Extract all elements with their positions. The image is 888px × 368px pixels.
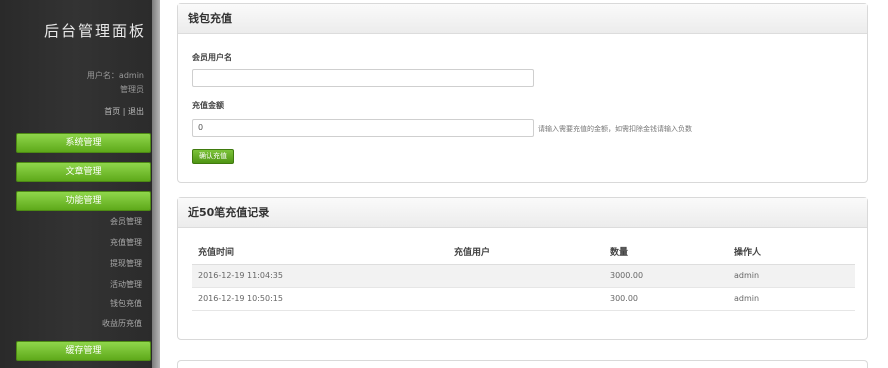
cell-time: 2016-12-19 10:50:15 — [192, 287, 448, 311]
submenu-member[interactable]: 会员管理 — [0, 216, 142, 227]
admin-page: 后台管理面板 用户名：admin 管理员 首页 | 退出 系统管理 文章管理 功… — [0, 0, 888, 368]
sidebar: 后台管理面板 用户名：admin 管理员 首页 | 退出 系统管理 文章管理 功… — [0, 0, 160, 368]
submenu-recharge[interactable]: 充值管理 — [0, 237, 142, 248]
cell-amount: 300.00 — [604, 287, 728, 311]
column-header-user: 充值用户 — [448, 240, 604, 265]
amount-label: 充值金额 — [192, 101, 224, 110]
column-header-time: 充值时间 — [192, 240, 448, 265]
records-panel: 近50笔充值记录 充值时间 充值用户 数量 操作人 2016-12-19 11:… — [177, 197, 868, 340]
submenu-withdraw[interactable]: 提现管理 — [0, 258, 142, 269]
recharge-panel: 钱包充值 会员用户名 充值金额 0 请输入需要充值的金额，如需扣除金钱请输入负数… — [177, 3, 868, 183]
username-label: 会员用户名 — [192, 53, 232, 62]
user-role: 管理员 — [120, 85, 144, 94]
amount-hint: 请输入需要充值的金额，如需扣除金钱请输入负数 — [538, 125, 692, 133]
recharge-panel-title: 钱包充值 — [178, 4, 867, 34]
logout-link[interactable]: 退出 — [128, 107, 144, 116]
home-links: 首页 | 退出 — [0, 106, 144, 117]
cell-user — [448, 287, 604, 311]
home-link[interactable]: 首页 — [104, 107, 120, 116]
table-row: 2016-12-19 10:50:15 300.00 admin — [192, 287, 855, 311]
confirm-recharge-button[interactable]: 确认充值 — [192, 149, 234, 164]
link-separator: | — [120, 107, 128, 116]
records-table: 充值时间 充值用户 数量 操作人 2016-12-19 11:04:35 300… — [192, 240, 855, 311]
cell-operator: admin — [728, 287, 855, 311]
column-header-amount: 数量 — [604, 240, 728, 265]
submenu-activity[interactable]: 活动管理 — [0, 279, 142, 290]
submenu-earnings[interactable]: 收益历充值 — [0, 318, 142, 329]
table-row: 2016-12-19 11:04:35 3000.00 admin — [192, 264, 855, 288]
username-input[interactable] — [192, 69, 534, 87]
table-header-row: 充值时间 充值用户 数量 操作人 — [192, 240, 855, 265]
cell-time: 2016-12-19 11:04:35 — [192, 264, 448, 288]
submenu-wallet[interactable]: 钱包充值 — [0, 298, 142, 309]
menu-function-button[interactable]: 功能管理 — [16, 191, 151, 211]
column-header-operator: 操作人 — [728, 240, 855, 265]
brand-title: 后台管理面板 — [43, 22, 146, 40]
cell-operator: admin — [728, 264, 855, 288]
cell-amount: 3000.00 — [604, 264, 728, 288]
username-line: 用户名：admin — [86, 71, 144, 80]
cell-user — [448, 264, 604, 288]
amount-input[interactable]: 0 — [192, 119, 534, 137]
menu-cache-button[interactable]: 缓存管理 — [16, 341, 151, 361]
records-panel-title: 近50笔充值记录 — [178, 198, 867, 228]
menu-article-button[interactable]: 文章管理 — [16, 162, 151, 182]
menu-system-button[interactable]: 系统管理 — [16, 133, 151, 153]
next-panel-edge — [177, 360, 868, 368]
